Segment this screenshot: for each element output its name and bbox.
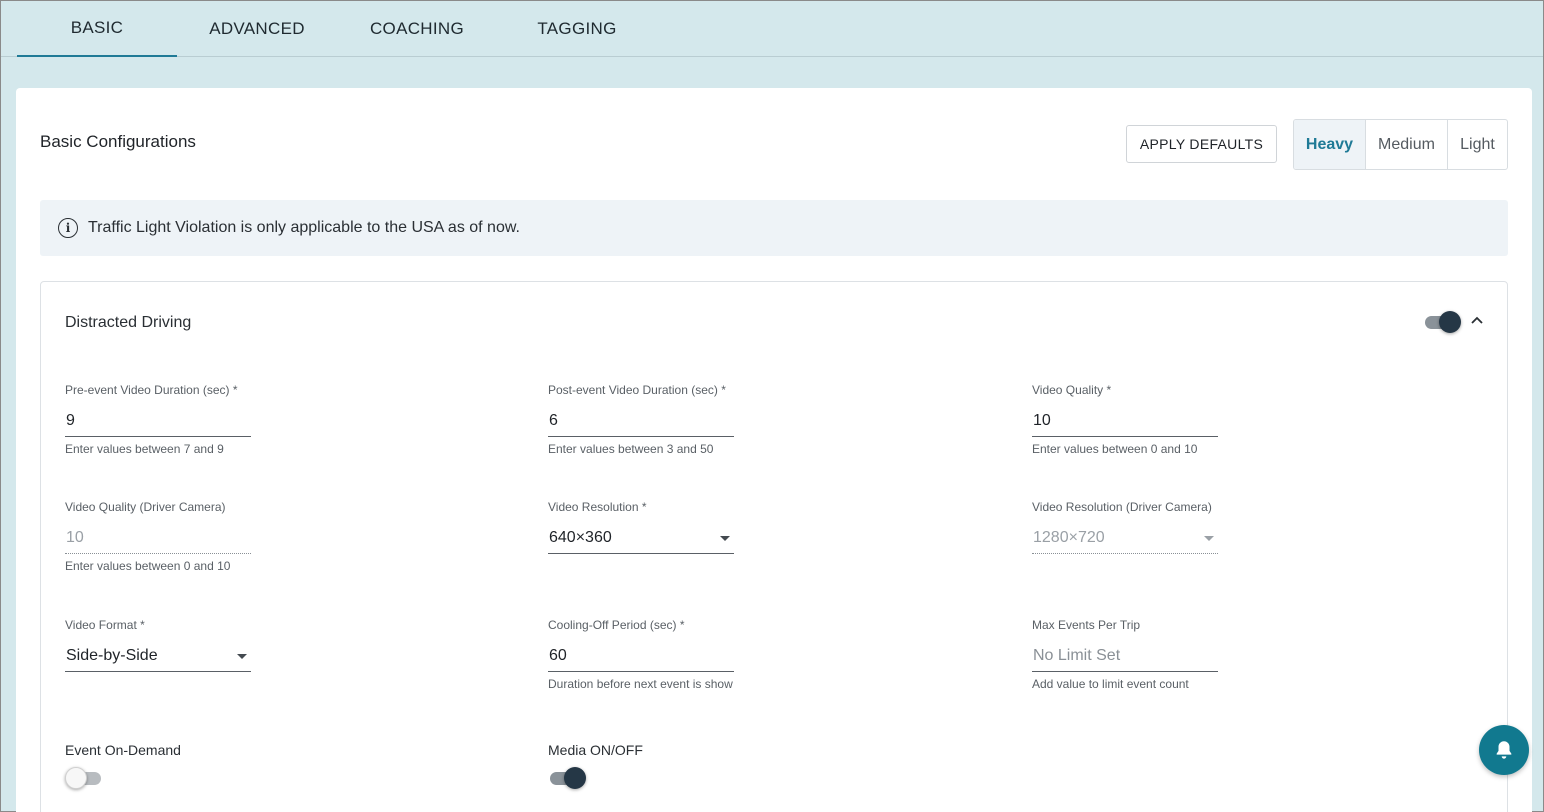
info-circle-icon: i [58,218,78,238]
video-format-select[interactable]: Side-by-Side [65,640,251,672]
post-event-duration-input[interactable]: 6 [548,405,734,437]
video-format-field: Video Format * Side-by-Side [65,618,251,672]
pre-event-duration-input[interactable]: 9 [65,405,251,437]
tab-basic[interactable]: BASIC [17,1,177,57]
tab-coaching[interactable]: COACHING [337,1,497,57]
dropdown-arrow-icon [720,536,730,541]
video-quality-input[interactable]: 10 [1032,405,1218,437]
field-helper: Enter values between 7 and 9 [65,442,224,456]
field-label: Video Resolution (Driver Camera) [1032,500,1212,514]
preset-heavy-button[interactable]: Heavy [1294,120,1365,169]
field-label: Video Quality (Driver Camera) [65,500,226,514]
info-banner-text: Traffic Light Violation is only applicab… [88,219,520,236]
video-resolution-driver-select: 1280×720 [1032,522,1218,554]
dropdown-arrow-icon [237,654,247,659]
select-value: 640×360 [549,528,612,546]
dropdown-arrow-icon [1204,536,1214,541]
video-resolution-field: Video Resolution * 640×360 [548,500,734,554]
video-resolution-select[interactable]: 640×360 [548,522,734,554]
field-helper: Enter values between 0 and 10 [65,559,231,573]
page-title: Basic Configurations [40,132,196,151]
basic-configurations-card: Basic Configurations APPLY DEFAULTS Heav… [16,88,1532,812]
post-event-duration-field: Post-event Video Duration (sec) * 6 Ente… [548,383,734,456]
toggle-thumb [564,767,586,789]
tab-advanced[interactable]: ADVANCED [177,1,337,57]
video-quality-field: Video Quality * 10 Enter values between … [1032,383,1218,456]
video-resolution-driver-field: Video Resolution (Driver Camera) 1280×72… [1032,500,1218,554]
max-events-input[interactable]: No Limit Set [1032,640,1218,672]
cooling-off-period-input[interactable]: 60 [548,640,734,672]
field-helper: Enter values between 3 and 50 [548,442,714,456]
field-helper: Add value to limit event count [1032,677,1189,691]
toggle-thumb [1439,311,1461,333]
select-value: Side-by-Side [66,646,158,664]
distracted-driving-section: Distracted Driving Pre-event Video Durat… [40,281,1508,812]
apply-defaults-button[interactable]: APPLY DEFAULTS [1126,125,1277,163]
max-events-field: Max Events Per Trip No Limit Set Add val… [1032,618,1218,691]
section-title: Distracted Driving [65,314,192,331]
toggle-thumb [65,767,87,789]
section-enable-toggle[interactable] [1423,309,1463,337]
media-toggle-label: Media ON/OFF [548,742,643,758]
field-label: Video Resolution * [548,500,647,514]
select-value: 1280×720 [1033,528,1105,546]
field-helper: Duration before next event is show [548,677,733,691]
field-label: Cooling-Off Period (sec) * [548,618,685,632]
video-quality-driver-field: Video Quality (Driver Camera) 10 Enter v… [65,500,251,573]
video-quality-driver-input: 10 [65,522,251,554]
preset-light-button[interactable]: Light [1447,120,1507,169]
field-label: Max Events Per Trip [1032,618,1141,632]
tab-bar: BASIC ADVANCED COACHING TAGGING [1,1,1543,57]
media-toggle[interactable] [548,765,588,793]
field-label: Post-event Video Duration (sec) * [548,383,726,397]
field-label: Video Format * [65,618,145,632]
tab-tagging[interactable]: TAGGING [497,1,657,57]
preset-selector: Heavy Medium Light [1293,119,1508,170]
field-label: Video Quality * [1032,383,1112,397]
event-on-demand-toggle[interactable] [65,765,105,793]
chevron-up-icon[interactable] [1469,312,1485,328]
pre-event-duration-field: Pre-event Video Duration (sec) * 9 Enter… [65,383,251,456]
info-banner: i Traffic Light Violation is only applic… [40,200,1508,256]
cooling-off-period-field: Cooling-Off Period (sec) * 60 Duration b… [548,618,734,691]
field-label: Pre-event Video Duration (sec) * [65,383,238,397]
field-helper: Enter values between 0 and 10 [1032,442,1198,456]
preset-medium-button[interactable]: Medium [1365,120,1447,169]
event-on-demand-label: Event On-Demand [65,742,181,758]
notification-button[interactable] [1479,725,1529,775]
bell-icon [1496,741,1512,759]
